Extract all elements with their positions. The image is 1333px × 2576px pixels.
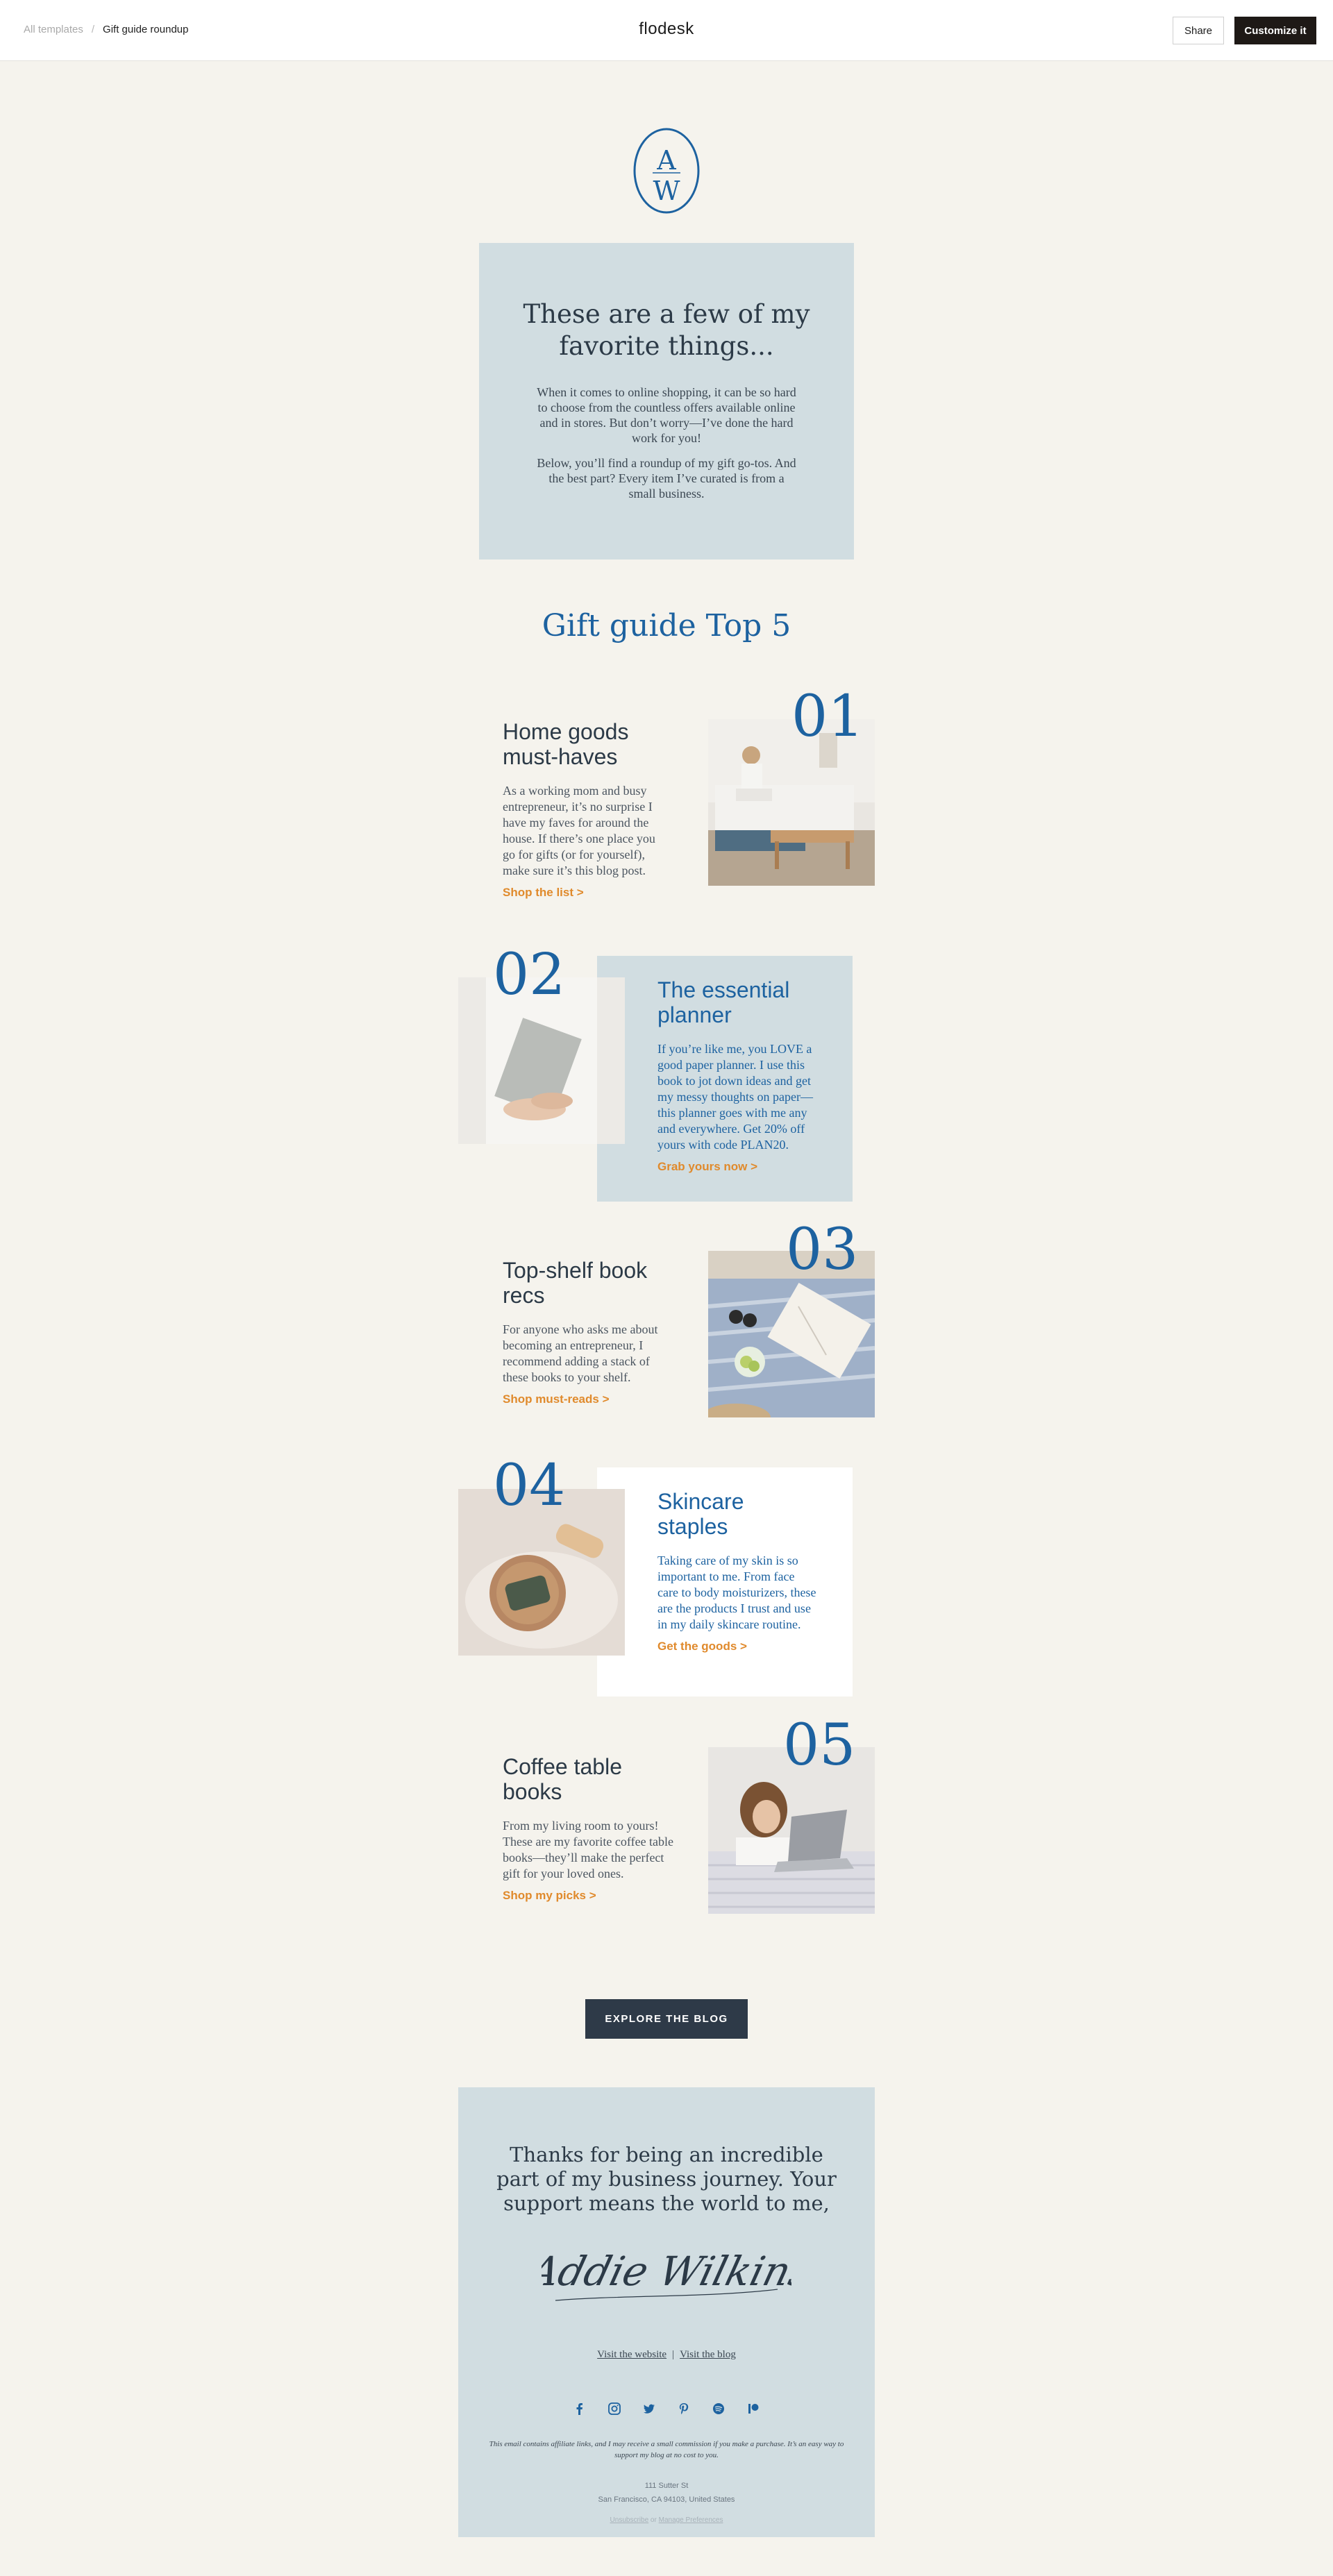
fine-separator: or [650, 2516, 657, 2524]
links-separator: | [672, 2349, 675, 2360]
thanks-message: Thanks for being an incredible part of m… [496, 2143, 837, 2215]
item-2-number: 02 [493, 942, 566, 1008]
item-4-body: Taking care of my skin is so important t… [657, 1554, 816, 1631]
intro-heading: These are a few of my favorite things... [523, 299, 810, 361]
item-2-text: The essential planner If you’re like me,… [657, 977, 827, 1174]
item-3-title: Top-shelf book recs [503, 1258, 648, 1308]
item-2-body: If you’re like me, you LOVE a good paper… [657, 1042, 813, 1152]
pinterest-icon[interactable] [675, 2400, 693, 2418]
share-button[interactable]: Share [1173, 17, 1224, 44]
item-5-body: From my living room to yours! These are … [503, 1819, 674, 1880]
logo-letter-a: A [656, 145, 676, 176]
address-line-1: 111 Sutter St [644, 2482, 689, 2490]
gift-guide-title: Gift guide Top 5 [542, 608, 791, 643]
breadcrumb-all-templates[interactable]: All templates [24, 24, 83, 35]
social-icons [458, 2400, 875, 2418]
item-1-title: Home goods must-haves [503, 719, 629, 769]
item-5-cta-link[interactable]: Shop my picks > [503, 1889, 676, 1903]
customize-button[interactable]: Customize it [1234, 17, 1316, 44]
breadcrumb-current: Gift guide roundup [103, 24, 189, 35]
patreon-icon[interactable] [744, 2400, 762, 2418]
brand-logo: flodesk [639, 19, 694, 38]
item-4-title: Skincare staples [657, 1489, 744, 1539]
unsubscribe-link[interactable]: Unsubscribe [610, 2516, 649, 2524]
footer-links: Visit the website | Visit the blog [458, 2349, 875, 2361]
intro-paragraph-1: When it comes to online shopping, it can… [537, 385, 796, 445]
item-3-number: 03 [786, 1217, 859, 1283]
twitter-icon[interactable] [640, 2400, 658, 2418]
item-3-cta-link[interactable]: Shop must-reads > [503, 1392, 669, 1406]
item-5-number: 05 [783, 1712, 856, 1778]
item-3-body: For anyone who asks me about becoming an… [503, 1322, 658, 1384]
breadcrumb-separator: / [91, 24, 95, 35]
monogram-logo: A W [632, 126, 701, 215]
affiliate-disclaimer: This email contains affiliate links, and… [489, 2440, 844, 2459]
logo-letter-w: W [653, 176, 680, 206]
top-bar: All templates / Gift guide roundup flodesk… [0, 0, 1333, 61]
explore-blog-button[interactable]: EXPLORE THE BLOG [585, 1999, 748, 2039]
item-5-title: Coffee table books [503, 1754, 622, 1804]
item-1-number: 01 [791, 684, 864, 750]
visit-website-link[interactable]: Visit the website [597, 2349, 666, 2360]
item-5-text: Coffee table books From my living room t… [503, 1754, 676, 1903]
intro-box: These are a few of my favorite things...… [479, 243, 854, 559]
item-4-text: Skincare staples Taking care of my skin … [657, 1489, 817, 1653]
manage-preferences-link[interactable]: Manage Preferences [659, 2516, 723, 2524]
item-4-number: 04 [493, 1453, 566, 1519]
address-line-2: San Francisco, CA 94103, United States [598, 2495, 735, 2504]
item-1-body: As a working mom and busy entrepreneur, … [503, 784, 655, 877]
item-2-cta-link[interactable]: Grab yours now > [657, 1160, 827, 1174]
instagram-icon[interactable] [605, 2400, 623, 2418]
facebook-icon[interactable] [571, 2400, 589, 2418]
item-1-cta-link[interactable]: Shop the list > [503, 886, 669, 900]
signature-image: Addie Wilkins [542, 2248, 791, 2301]
visit-blog-link[interactable]: Visit the blog [680, 2349, 736, 2360]
signature-text: Addie Wilkins [542, 2248, 791, 2295]
item-3-text: Top-shelf book recs For anyone who asks … [503, 1258, 669, 1406]
breadcrumb: All templates / Gift guide roundup [24, 24, 188, 35]
item-2-title: The essential planner [657, 977, 790, 1027]
unsubscribe-row: Unsubscribe or Manage Preferences [458, 2516, 875, 2524]
spotify-icon[interactable] [710, 2400, 728, 2418]
mailing-address: 111 Sutter St San Francisco, CA 94103, U… [458, 2479, 875, 2507]
footer-card: Thanks for being an incredible part of m… [458, 2087, 875, 2537]
item-1-text: Home goods must-haves As a working mom a… [503, 719, 669, 900]
intro-paragraph-2: Below, you’ll find a roundup of my gift … [537, 456, 796, 500]
item-4-cta-link[interactable]: Get the goods > [657, 1640, 817, 1653]
